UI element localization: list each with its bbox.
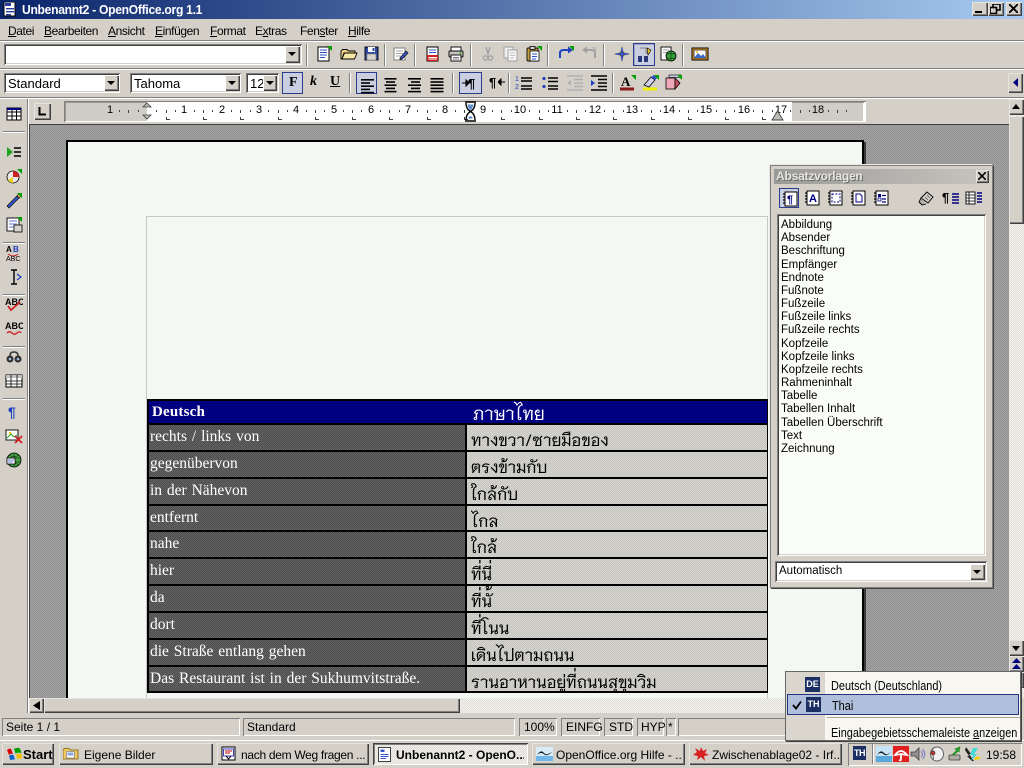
svg-text:A: A bbox=[809, 193, 817, 205]
svg-text:¶: ¶ bbox=[8, 404, 16, 420]
svg-text:ABC: ABC bbox=[5, 297, 23, 307]
svg-text:A: A bbox=[621, 74, 631, 89]
svg-text:¶: ¶ bbox=[942, 190, 949, 205]
svg-text:B: B bbox=[13, 245, 19, 254]
svg-text:2: 2 bbox=[515, 84, 519, 91]
svg-text:ABC: ABC bbox=[6, 256, 20, 262]
svg-text:1: 1 bbox=[515, 76, 519, 83]
svg-text:¶: ¶ bbox=[787, 194, 793, 206]
svg-text:A: A bbox=[6, 245, 12, 254]
svg-text:ABC: ABC bbox=[5, 321, 23, 331]
